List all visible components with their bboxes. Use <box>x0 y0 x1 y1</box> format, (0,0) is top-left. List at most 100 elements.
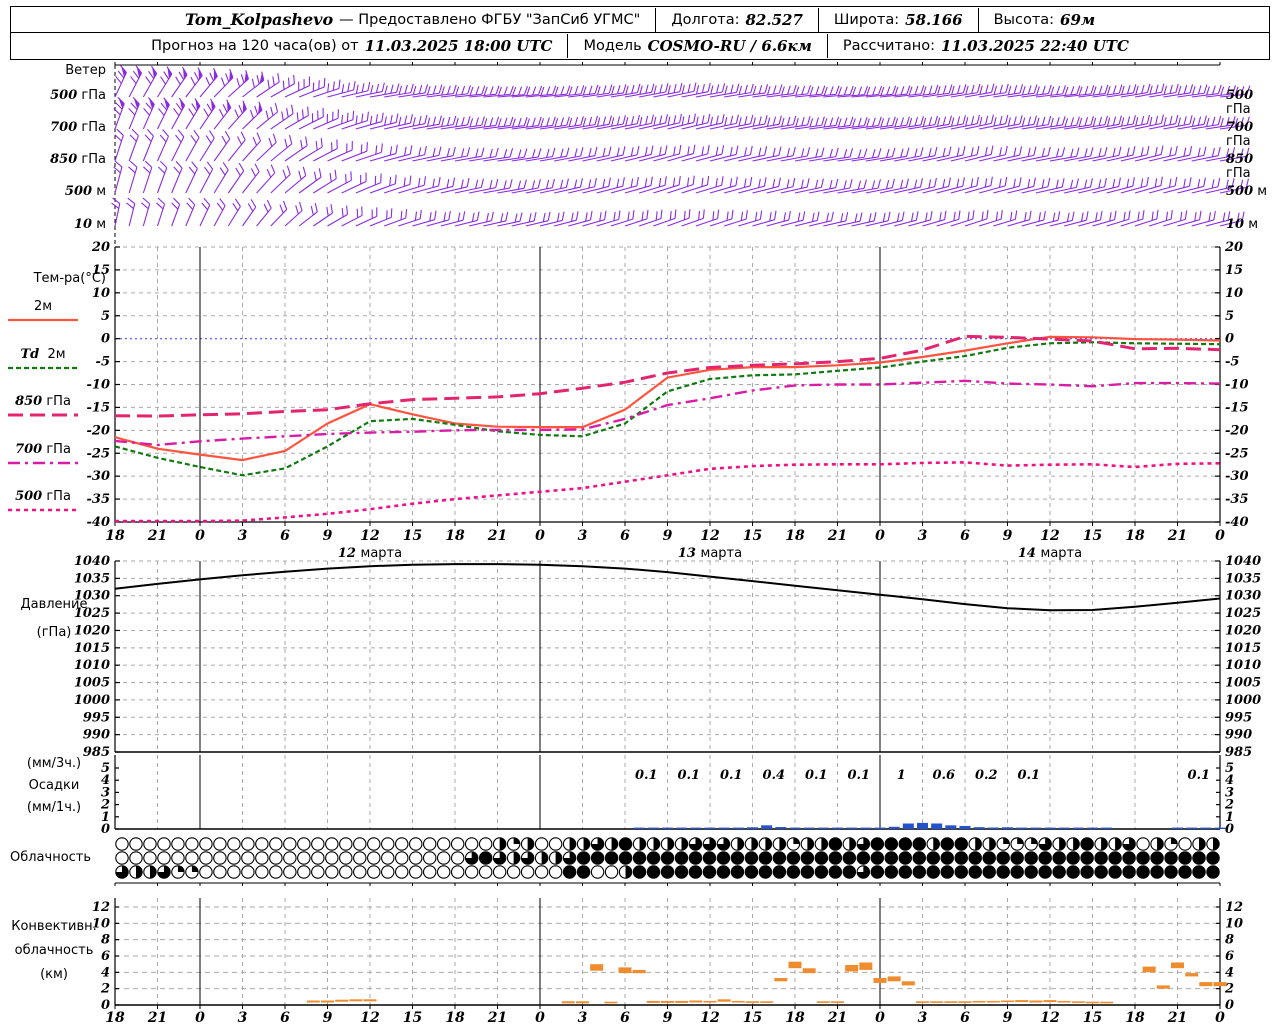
forecast-time: 11.03.2025 18:00 UTC <box>364 36 553 55</box>
precip-panel: 5 54 43 32 21 10 0 <box>100 755 1234 837</box>
svg-text:3: 3 <box>238 528 248 544</box>
svg-text:-20: -20 <box>1225 423 1249 438</box>
calc-label: Рассчитано: <box>842 37 936 54</box>
svg-text:12 марта: 12 марта <box>338 546 402 561</box>
svg-text:0: 0 <box>195 528 205 544</box>
svg-text:12: 12 <box>92 900 110 915</box>
svg-text:18: 18 <box>445 528 465 544</box>
wind-level-500hpa: 500 гПа <box>50 88 106 103</box>
temp-panel-title: Тем-ра(°C) <box>33 271 106 286</box>
station-name: Tom_Kolpashevo <box>184 10 334 29</box>
svg-text:12: 12 <box>1225 900 1243 915</box>
svg-text:9: 9 <box>1003 1010 1013 1024</box>
svg-text:4: 4 <box>1225 965 1234 980</box>
svg-text:21: 21 <box>1167 1010 1187 1024</box>
provider-text: — Предоставлено ФГБУ "ЗапСиб УГМС" <box>339 11 641 28</box>
svg-text:-10: -10 <box>87 378 111 393</box>
longitude-label: Долгота: <box>671 11 740 28</box>
svg-text:9: 9 <box>663 1010 673 1024</box>
svg-text:0: 0 <box>1225 332 1234 347</box>
legend-500-label: 500 гПа <box>15 489 71 504</box>
precip-bars: 0.1 0.1 0.1 0.4 0.1 0.1 1 0.6 0.2 0.1 0.1 <box>633 768 1226 829</box>
header-divider <box>817 7 819 32</box>
meteogram-page: 20 20 15 15 10 10 5 5 0 0 -5 -5 -10 -10 -15 -15 -20 -20 -2… <box>0 0 1280 1024</box>
svg-text:1040: 1040 <box>1225 554 1261 569</box>
svg-text:9: 9 <box>663 528 673 544</box>
svg-text:1005: 1005 <box>74 676 110 691</box>
svg-text:12: 12 <box>1040 528 1060 544</box>
svg-text:0: 0 <box>1215 528 1225 544</box>
svg-text:6: 6 <box>280 528 290 544</box>
svg-text:1000: 1000 <box>1225 693 1261 708</box>
svg-text:-15: -15 <box>87 400 111 415</box>
svg-text:10: 10 <box>1225 916 1243 931</box>
svg-text:0: 0 <box>1225 822 1234 837</box>
wind-level-850hpa-right: 850 гПа <box>1226 152 1254 182</box>
svg-text:1015: 1015 <box>1225 641 1261 656</box>
svg-text:0.4: 0.4 <box>762 768 785 783</box>
svg-text:985: 985 <box>1225 745 1252 760</box>
svg-text:15: 15 <box>1083 1010 1102 1024</box>
svg-text:18: 18 <box>445 1010 465 1024</box>
svg-text:13 марта: 13 марта <box>678 546 742 561</box>
altitude-label: Высота: <box>993 11 1055 28</box>
svg-text:1000: 1000 <box>74 693 110 708</box>
svg-text:21: 21 <box>827 1010 847 1024</box>
svg-text:-35: -35 <box>87 492 111 507</box>
svg-text:10: 10 <box>1225 286 1243 301</box>
model-label: Модель <box>583 37 642 54</box>
svg-text:-40: -40 <box>1225 515 1249 530</box>
svg-text:1010: 1010 <box>74 658 110 673</box>
svg-text:0.1: 0.1 <box>635 768 658 783</box>
svg-text:0: 0 <box>535 1010 545 1024</box>
time-axis-top: 18 21 0 3 6 9 12 15 18 21 0 3 6 9 12 15 18 21 0 3 6 9 12 15 18 21… <box>105 528 1225 561</box>
svg-text:12: 12 <box>700 1010 720 1024</box>
header-row-forecast: Прогноз на 120 часа(ов) от 11.03.2025 18… <box>11 33 1269 58</box>
svg-text:12: 12 <box>700 528 720 544</box>
header-divider <box>977 7 979 32</box>
svg-text:6: 6 <box>620 528 630 544</box>
svg-text:-25: -25 <box>1225 446 1249 461</box>
svg-text:15: 15 <box>403 1010 422 1024</box>
svg-text:21: 21 <box>827 528 847 544</box>
header-divider <box>655 7 657 32</box>
svg-text:990: 990 <box>83 728 110 743</box>
svg-text:-5: -5 <box>96 355 110 370</box>
svg-text:12: 12 <box>360 1010 380 1024</box>
svg-text:15: 15 <box>1083 528 1102 544</box>
wind-panel-title: Ветер <box>65 63 106 78</box>
svg-text:18: 18 <box>1125 528 1145 544</box>
svg-text:-35: -35 <box>1225 492 1249 507</box>
svg-text:990: 990 <box>1225 728 1252 743</box>
latitude-value: 58.166 <box>905 10 963 29</box>
svg-text:21: 21 <box>487 1010 507 1024</box>
svg-text:18: 18 <box>1125 1010 1145 1024</box>
svg-text:-20: -20 <box>87 423 111 438</box>
svg-text:-5: -5 <box>1225 355 1239 370</box>
svg-text:0.1: 0.1 <box>677 768 700 783</box>
temp-curves <box>114 334 1221 523</box>
svg-text:0: 0 <box>101 332 110 347</box>
wind-level-700hpa: 700 гПа <box>50 120 106 135</box>
legend-850-label: 850 гПа <box>15 394 71 409</box>
legend-700-label: 700 гПа <box>15 442 71 457</box>
svg-text:5: 5 <box>1225 309 1234 324</box>
svg-text:-30: -30 <box>87 469 111 484</box>
wind-level-500m-right: 500 м <box>1226 184 1268 199</box>
svg-text:15: 15 <box>743 528 762 544</box>
svg-text:0.1: 0.1 <box>720 768 743 783</box>
pressure-panel: 1040 10401035 10351030 10301025 10251020 1020… <box>74 554 1261 760</box>
svg-text:0: 0 <box>1215 1010 1225 1024</box>
wind-panel <box>114 62 1221 247</box>
svg-text:1030: 1030 <box>1225 589 1261 604</box>
temp-panel: 20 2015 1510 105 50 0-5 -5-10 -10-15 -15-20 -20-2… <box>87 240 1249 530</box>
cloud-panel-title: Облачность <box>10 850 92 865</box>
svg-text:0: 0 <box>535 528 545 544</box>
wind-level-10m-right: 10 м <box>1226 217 1259 232</box>
model-value: COSMO-RU / 6.6км <box>647 36 812 55</box>
svg-text:6: 6 <box>280 1010 290 1024</box>
svg-text:12: 12 <box>1040 1010 1060 1024</box>
svg-text:1035: 1035 <box>1225 571 1261 586</box>
svg-text:15: 15 <box>1225 263 1243 278</box>
svg-text:21: 21 <box>147 1010 167 1024</box>
